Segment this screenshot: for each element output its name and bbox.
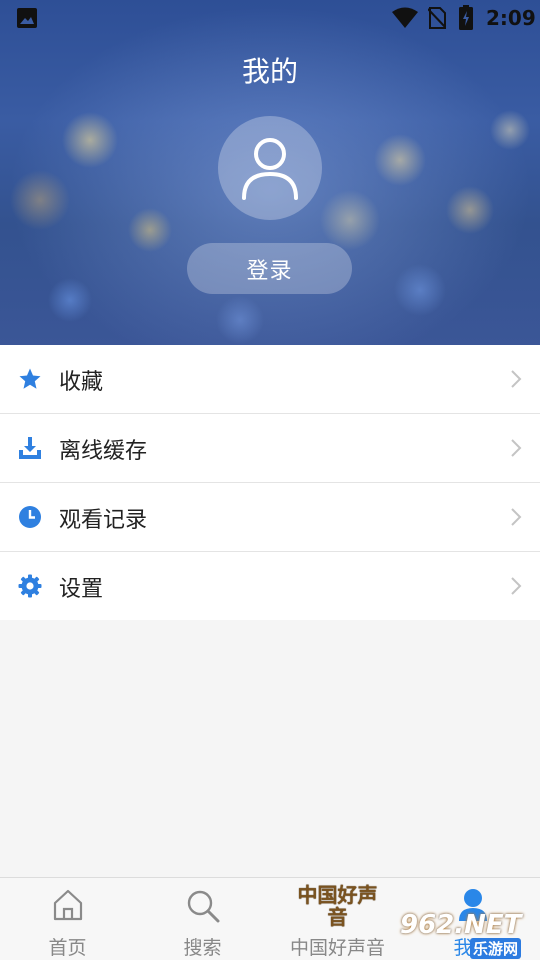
- menu-item-watch-history[interactable]: 观看记录: [0, 483, 540, 552]
- voice-of-china-logo: 中国好声音: [297, 883, 378, 929]
- menu-list: 收藏 离线缓存 观看记录 设置: [0, 345, 540, 620]
- battery-charging-icon: [459, 5, 473, 30]
- chevron-right-icon: [511, 370, 522, 388]
- nav-label: 首页: [48, 937, 87, 959]
- chevron-right-icon: [511, 508, 522, 526]
- nav-item-search[interactable]: 搜索: [135, 878, 270, 960]
- nav-item-home[interactable]: 首页: [0, 878, 135, 960]
- gallery-icon: [17, 8, 37, 28]
- chevron-right-icon: [511, 577, 522, 595]
- status-time: 2:09: [486, 6, 536, 30]
- menu-item-label: 收藏: [59, 370, 104, 395]
- nav-label: 搜索: [183, 937, 222, 959]
- home-icon: [53, 889, 82, 921]
- menu-item-label: 离线缓存: [59, 439, 148, 464]
- clock-icon: [19, 506, 41, 528]
- login-button[interactable]: 登录: [187, 243, 352, 294]
- menu-item-favorites[interactable]: 收藏: [0, 345, 540, 414]
- watermark-logo: 962.NET: [400, 910, 522, 940]
- user-outline-icon: [242, 138, 298, 200]
- search-icon: [187, 890, 219, 923]
- page-title: 我的: [241, 55, 298, 88]
- avatar[interactable]: [218, 116, 322, 220]
- site-watermark: 962.NET 乐游网: [400, 910, 540, 960]
- star-icon: [19, 368, 41, 389]
- chevron-right-icon: [511, 439, 522, 457]
- wifi-icon: [392, 7, 418, 28]
- nav-item-voice-of-china[interactable]: 中国好声音 中国好声音: [270, 878, 405, 960]
- menu-item-offline-cache[interactable]: 离线缓存: [0, 414, 540, 483]
- gear-icon: [18, 574, 42, 598]
- nav-label: 中国好声音: [289, 937, 385, 959]
- menu-item-label: 设置: [59, 577, 104, 602]
- watermark-text: 乐游网: [470, 938, 522, 959]
- menu-item-label: 观看记录: [59, 508, 148, 533]
- no-sim-icon: [428, 7, 446, 29]
- profile-header: 2:09 我的 登录: [0, 0, 540, 345]
- status-bar: 2:09: [0, 0, 540, 36]
- download-icon: [19, 437, 41, 459]
- menu-item-settings[interactable]: 设置: [0, 552, 540, 620]
